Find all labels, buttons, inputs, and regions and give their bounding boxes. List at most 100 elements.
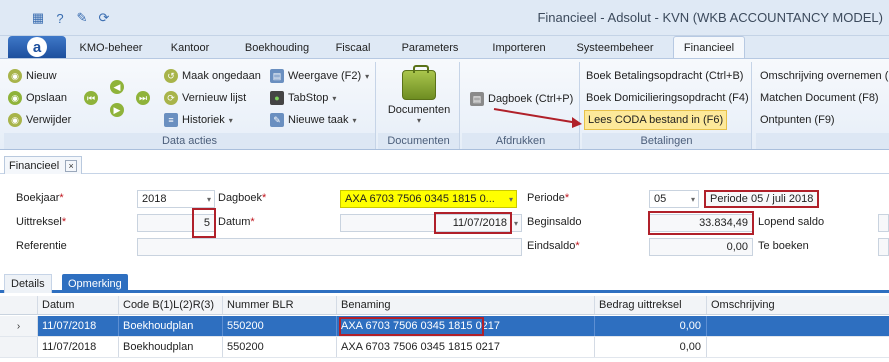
app-menu-button[interactable]: a [8, 36, 66, 58]
boekjaar-select[interactable]: 2018 ▾ [137, 190, 215, 208]
cell-nummer[interactable]: 550200 [223, 316, 337, 336]
verwijder-button[interactable]: ◉ Verwijder [8, 111, 71, 129]
ontpunten-button[interactable]: Ontpunten (F9) [760, 111, 835, 129]
required-mark: * [564, 192, 570, 204]
lines-grid: Datum Code B(1)L(2)R(3) Nummer BLR Benam… [0, 296, 889, 362]
group-label-data-acties: Data acties [4, 133, 375, 149]
row-indicator-icon: › [0, 316, 38, 336]
cell-omschrijving[interactable] [707, 316, 889, 336]
boek-betalingsopdracht-label: Boek Betalingsopdracht (Ctrl+B) [586, 70, 744, 82]
annotation-box-datum [434, 212, 512, 234]
table-row[interactable]: 11/07/2018 Boekhoudplan 550200 AXA 6703 … [0, 337, 889, 358]
refresh-list-icon: ⟳ [164, 91, 178, 105]
cell-omschrijving[interactable] [707, 337, 889, 357]
col-datum[interactable]: Datum [38, 296, 119, 314]
referentie-label: Referentie [16, 240, 67, 252]
tab-details[interactable]: Details [4, 274, 52, 293]
matchen-document-button[interactable]: Matchen Document (F8) [760, 89, 879, 107]
cell-datum[interactable]: 11/07/2018 [38, 337, 119, 357]
col-code[interactable]: Code B(1)L(2)R(3) [119, 296, 223, 314]
tab-fiscaal[interactable]: Fiscaal [327, 38, 379, 58]
tabstop-button[interactable]: ● TabStop ▾ [270, 89, 336, 107]
col-omschrijving[interactable]: Omschrijving [707, 296, 889, 314]
boek-domicilieringsopdracht-button[interactable]: Boek Domicilieringsopdracht (F4) [586, 89, 749, 107]
detail-tab-strip: Details Opmerking [0, 271, 889, 293]
doc-tab-label: Financieel [9, 159, 60, 172]
tab-opmerking[interactable]: Opmerking [62, 274, 128, 293]
cell-benaming[interactable]: AXA 6703 7506 0345 1815 0217 [337, 337, 595, 357]
row-indicator [0, 337, 38, 357]
dagboek-label-text: Dagboek [218, 192, 263, 204]
undo-icon: ↺ [164, 69, 178, 83]
boek-betalingsopdracht-button[interactable]: Boek Betalingsopdracht (Ctrl+B) [586, 67, 743, 85]
vernieuw-lijst-button[interactable]: ⟳ Vernieuw lijst [164, 89, 246, 107]
group-label-afdrukken: Afdrukken [462, 133, 579, 149]
tab-importeren[interactable]: Importeren [481, 38, 557, 58]
opslaan-button[interactable]: ◉ Opslaan [8, 89, 67, 107]
cell-code[interactable]: Boekhoudplan [119, 337, 223, 357]
nav-first-button[interactable]: ⏮ [84, 89, 98, 107]
datum-label: Datum* [218, 216, 255, 228]
next-record-icon: ▶ [110, 103, 124, 117]
calculator-icon[interactable]: ▦ [30, 10, 46, 26]
tab-financieel[interactable]: Financieel [673, 36, 745, 59]
tab-systeembeheer[interactable]: Systeembeheer [570, 38, 660, 58]
tab-parameters[interactable]: Parameters [393, 38, 467, 58]
nieuw-button[interactable]: ◉ Nieuw [8, 67, 57, 85]
chevron-down-icon: ▾ [332, 93, 337, 103]
nieuw-label: Nieuw [26, 70, 57, 82]
col-benaming[interactable]: Benaming [337, 296, 595, 314]
ontpunten-label: Ontpunten (F9) [760, 114, 835, 126]
te-boeken-field [878, 238, 889, 256]
group-label-extra [756, 133, 889, 149]
eindsaldo-field[interactable]: 0,00 [649, 238, 753, 256]
tools-icon[interactable]: ✎ [74, 10, 90, 26]
close-icon[interactable]: × [65, 159, 78, 172]
cell-datum[interactable]: 11/07/2018 [38, 316, 119, 336]
col-bedrag[interactable]: Bedrag uittreksel [595, 296, 707, 314]
nieuwe-taak-button[interactable]: ✎ Nieuwe taak ▾ [270, 111, 357, 129]
historiek-button[interactable]: ≡ Historiek ▾ [164, 111, 233, 129]
help-icon[interactable]: ? [52, 10, 68, 26]
chevron-down-icon: ▾ [690, 194, 695, 204]
opslaan-label: Opslaan [26, 92, 67, 104]
matchen-document-label: Matchen Document (F8) [760, 92, 879, 104]
ribbon: ◉ Nieuw ◉ Opslaan ◉ Verwijder ⏮ ◀ ▶ ⏭ ↺ Maak… [0, 58, 889, 150]
title-bar: ▦ ? ✎ ⟳ Financieel - Adsolut - KVN (WKB … [0, 0, 889, 36]
tab-boekhouding[interactable]: Boekhouding [233, 38, 321, 58]
referentie-field[interactable] [137, 238, 522, 256]
cell-bedrag[interactable]: 0,00 [595, 337, 707, 357]
tab-kantoor[interactable]: Kantoor [158, 38, 222, 58]
cell-code[interactable]: Boekhoudplan [119, 316, 223, 336]
cell-nummer[interactable]: 550200 [223, 337, 337, 357]
cell-bedrag[interactable]: 0,00 [595, 316, 707, 336]
periode-description: Periode 05 / juli 2018 [704, 190, 819, 208]
col-nummer[interactable]: Nummer BLR [223, 296, 337, 314]
lees-coda-button[interactable]: Lees CODA bestand in (F6) [584, 110, 728, 130]
nav-previous-button[interactable]: ◀ [110, 78, 124, 96]
eindsaldo-value: 0,00 [726, 241, 748, 253]
documenten-button[interactable]: Documenten ▾ [384, 65, 454, 125]
periode-label: Periode* [527, 192, 569, 204]
delete-icon: ◉ [8, 113, 22, 127]
te-boeken-label: Te boeken [758, 240, 809, 252]
group-documenten: Documenten ▾ Documenten [378, 62, 460, 149]
last-record-icon: ⏭ [136, 91, 150, 105]
maak-ongedaan-button[interactable]: ↺ Maak ongedaan [164, 67, 261, 85]
tab-kmo-beheer[interactable]: KMO-beheer [72, 38, 150, 58]
datum-label-text: Datum [218, 216, 251, 228]
nav-last-button[interactable]: ⏭ [136, 89, 150, 107]
dagboek-select[interactable]: AXA 6703 7506 0345 1815 0... ▾ [340, 190, 517, 208]
save-icon: ◉ [8, 91, 22, 105]
nav-next-button[interactable]: ▶ [110, 101, 124, 119]
refresh-icon[interactable]: ⟳ [96, 10, 112, 26]
documenten-label: Documenten [387, 104, 451, 116]
doc-tab-financieel[interactable]: Financieel × [4, 156, 83, 174]
periode-select[interactable]: 05 ▾ [649, 190, 699, 208]
omschrijving-overnemen-button[interactable]: Omschrijving overnemen ( [760, 67, 888, 85]
weergave-button[interactable]: ▤ Weergave (F2) ▾ [270, 67, 369, 85]
chevron-down-icon: ▾ [513, 218, 518, 228]
required-mark: * [262, 192, 267, 204]
group-extra: Omschrijving overnemen ( Matchen Documen… [756, 62, 889, 149]
chevron-down-icon: ▾ [508, 194, 513, 204]
